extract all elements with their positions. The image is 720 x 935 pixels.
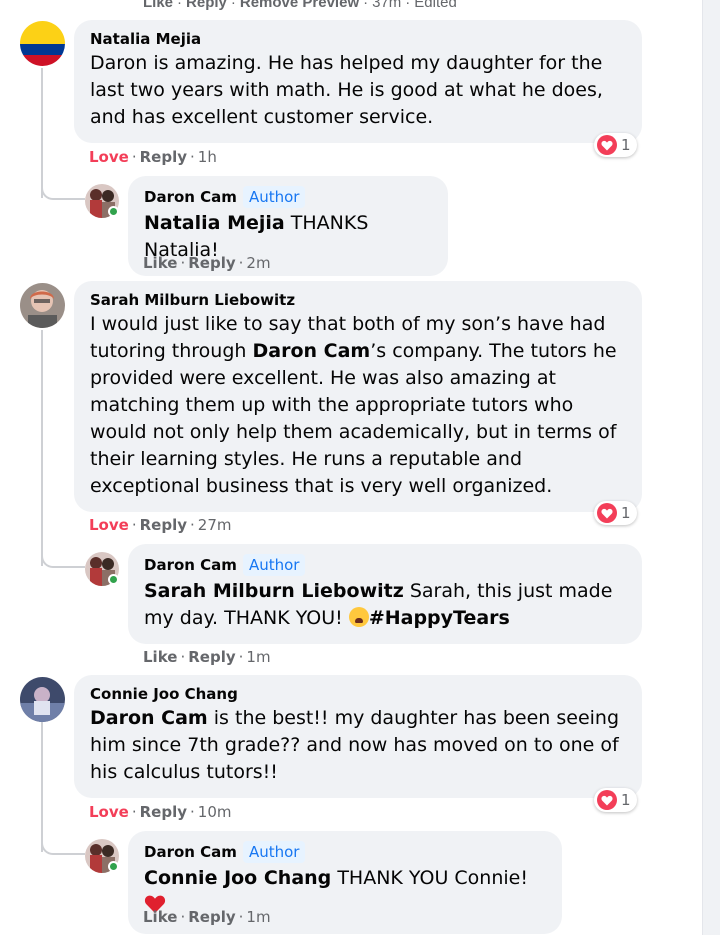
connie-avatar[interactable] [20, 677, 65, 722]
commenter-name[interactable]: Natalia Mejia [90, 30, 201, 48]
reply-link[interactable]: Reply [188, 648, 235, 666]
reply-link[interactable]: Reply [188, 908, 235, 926]
comment-bubble: Sarah Milburn Liebowitz I would just lik… [74, 281, 642, 512]
comment-text: Daron is amazing. He has helped my daugh… [90, 52, 603, 128]
mention-link[interactable]: Daron Cam [253, 340, 371, 362]
separator: · [230, 0, 236, 11]
reply-link[interactable]: Reply [140, 148, 187, 166]
reaction-count: 1 [621, 791, 631, 809]
like-link[interactable]: Like [143, 254, 177, 272]
timestamp[interactable]: 27m [198, 516, 232, 534]
comment-bubble: Connie Joo Chang Daron Cam is the best!!… [74, 675, 642, 798]
author-badge: Author [242, 554, 306, 576]
online-status-indicator [108, 574, 119, 585]
timestamp[interactable]: 10m [198, 803, 232, 821]
reaction-count: 1 [621, 504, 631, 522]
online-status-indicator [108, 206, 119, 217]
separator: · [190, 803, 195, 821]
crying-face-icon [348, 607, 369, 627]
separator: · [180, 254, 186, 272]
like-link[interactable]: Like [143, 648, 177, 666]
timestamp[interactable]: 1h [198, 148, 217, 166]
comment-actions: Love · Reply · 1h [89, 148, 217, 166]
separator: · [238, 254, 244, 272]
commenter-name[interactable]: Sarah Milburn Liebowitz [90, 291, 295, 309]
hashtag-link[interactable]: #HappyTears [369, 607, 510, 629]
reaction-count-pill[interactable]: 1 [594, 133, 637, 157]
love-reaction-icon [597, 790, 617, 810]
reply-actions: Like · Reply · 1m [143, 908, 271, 926]
remove-preview-link[interactable]: Remove Preview [240, 0, 359, 11]
reply-author-name[interactable]: Daron Cam [144, 556, 237, 574]
reply-link[interactable]: Reply [140, 803, 187, 821]
separator: · [363, 0, 369, 11]
sarah-avatar[interactable] [20, 283, 65, 328]
love-link[interactable]: Love [89, 516, 129, 534]
separator: · [180, 648, 186, 666]
love-reaction-icon [597, 135, 617, 155]
comment-actions: Love · Reply · 10m [89, 803, 231, 821]
reply-connector [41, 528, 85, 568]
timestamp[interactable]: 1m [246, 908, 270, 926]
like-link[interactable]: Like [143, 908, 177, 926]
edited-label: Edited [414, 0, 457, 11]
author-badge: Author [242, 841, 306, 863]
comment-text-part: ’s company. The tutors he provided were … [90, 340, 617, 497]
reply-link[interactable]: Reply [186, 0, 227, 11]
reply-bubble: Daron Cam Author Sarah Milburn Liebowitz… [128, 544, 642, 644]
timestamp[interactable]: 1m [246, 648, 270, 666]
comment-actions: Love · Reply · 27m [89, 516, 231, 534]
separator: · [131, 148, 137, 166]
reply-link[interactable]: Reply [188, 254, 235, 272]
reply-connector [41, 815, 85, 855]
separator: · [131, 516, 137, 534]
reply-text: Sarah Milburn Liebowitz Sarah, this just… [144, 578, 626, 632]
separator: · [405, 0, 411, 11]
reaction-count-pill[interactable]: 1 [594, 501, 637, 525]
reply-author-name[interactable]: Daron Cam [144, 843, 237, 861]
mention-link[interactable]: Connie Joo Chang [144, 867, 331, 889]
love-link[interactable]: Love [89, 148, 129, 166]
separator: · [190, 516, 195, 534]
separator: · [131, 803, 137, 821]
reply-connector [41, 160, 85, 200]
author-badge: Author [242, 186, 306, 208]
previous-comment-actions: Like · Reply · Remove Preview · 37m · Edited [143, 0, 457, 11]
mention-link[interactable]: Daron Cam [90, 707, 208, 729]
commenter-name[interactable]: Connie Joo Chang [90, 685, 238, 703]
colombia-flag-avatar[interactable] [20, 21, 65, 66]
reply-author-name[interactable]: Daron Cam [144, 188, 237, 206]
reply-actions: Like · Reply · 1m [143, 648, 271, 666]
separator: · [180, 908, 186, 926]
timestamp[interactable]: 37m [372, 0, 401, 11]
comment-text: Daron Cam is the best!! my daughter has … [90, 705, 626, 786]
reply-actions: Like · Reply · 2m [143, 254, 271, 272]
online-status-indicator [108, 861, 119, 872]
comment-bubble: Natalia Mejia Daron is amazing. He has h… [74, 20, 642, 143]
love-link[interactable]: Love [89, 803, 129, 821]
reaction-count-pill[interactable]: 1 [594, 788, 637, 812]
reply-text-body: THANK YOU Connie! [331, 867, 528, 889]
like-link[interactable]: Like [143, 0, 173, 11]
love-reaction-icon [597, 503, 617, 523]
mention-link[interactable]: Sarah Milburn Liebowitz [144, 580, 404, 602]
comment-text: I would just like to say that both of my… [90, 311, 626, 500]
separator: · [238, 908, 244, 926]
separator: · [177, 0, 183, 11]
separator: · [190, 148, 195, 166]
mention-link[interactable]: Natalia Mejia [144, 212, 285, 234]
scrollbar-track[interactable] [702, 0, 720, 935]
reaction-count: 1 [621, 136, 631, 154]
reply-link[interactable]: Reply [140, 516, 187, 534]
separator: · [238, 648, 244, 666]
timestamp[interactable]: 2m [246, 254, 270, 272]
